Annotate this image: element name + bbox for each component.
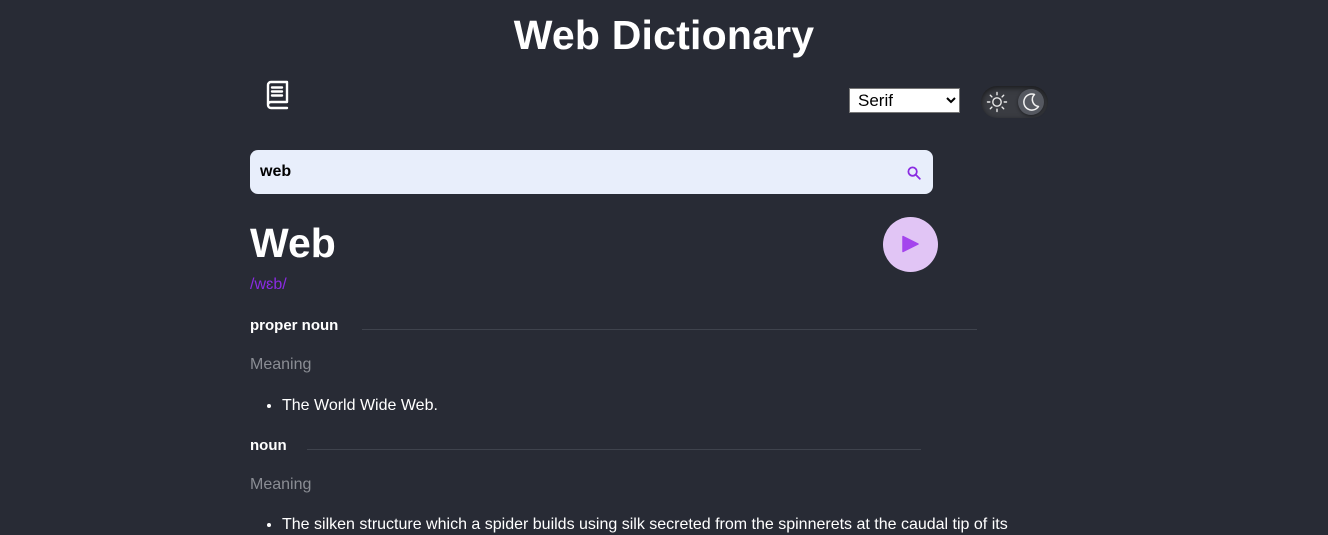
divider — [307, 449, 921, 450]
theme-toggle[interactable] — [981, 86, 1048, 118]
definition-list: The World Wide Web. — [250, 396, 438, 416]
definition-item: The World Wide Web. — [282, 396, 438, 416]
search-input[interactable] — [250, 150, 890, 194]
toggle-knob[interactable] — [1018, 89, 1044, 115]
part-of-speech: proper noun — [250, 317, 339, 334]
definition-list: The silken structure which a spider buil… — [250, 515, 1008, 535]
play-button[interactable] — [883, 217, 938, 272]
search-icon[interactable] — [907, 166, 921, 180]
phonetic: /wɛb/ — [250, 276, 287, 293]
definition-item: The silken structure which a spider buil… — [282, 515, 1008, 535]
meaning-label: Meaning — [250, 476, 312, 493]
moon-icon — [1023, 93, 1040, 111]
app-title: Web Dictionary — [513, 12, 815, 58]
search-box — [250, 150, 933, 194]
meaning-label: Meaning — [250, 356, 312, 373]
part-of-speech: noun — [250, 437, 287, 454]
word-heading: Web — [250, 220, 336, 266]
sun-icon — [986, 91, 1008, 113]
play-icon — [902, 235, 919, 253]
font-select[interactable]: Serif — [849, 88, 960, 113]
divider — [362, 329, 977, 330]
book-icon[interactable] — [264, 80, 290, 110]
